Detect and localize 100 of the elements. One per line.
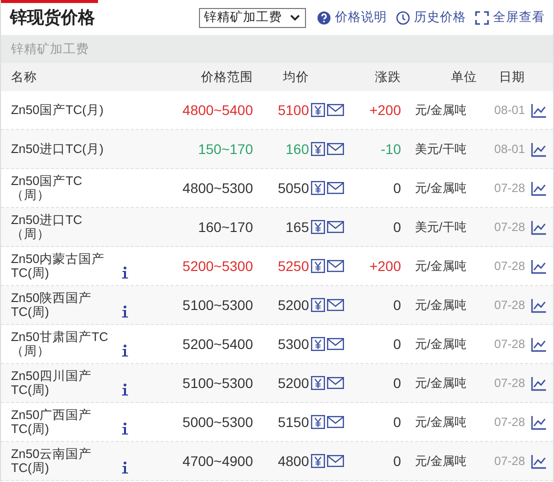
- price-change: 0: [392, 219, 401, 235]
- mail-icon[interactable]: [327, 337, 344, 351]
- history-link[interactable]: 历史价格: [396, 9, 466, 26]
- chart-icon[interactable]: [531, 258, 547, 274]
- date: 08-01: [493, 142, 525, 156]
- average-price: 160: [284, 141, 309, 157]
- info-icon[interactable]: [121, 344, 129, 357]
- info-icon[interactable]: [121, 383, 129, 396]
- column-header: 涨跌: [374, 68, 401, 86]
- average-price: 5300: [276, 336, 309, 352]
- yuan-icon[interactable]: [311, 181, 325, 195]
- mail-icon[interactable]: [327, 298, 344, 312]
- product-name: Zn50陕西国产TC(周): [11, 291, 92, 319]
- date: 07-28: [493, 298, 525, 312]
- mail-icon[interactable]: [327, 142, 344, 156]
- mail-icon[interactable]: [327, 454, 344, 468]
- average-price: 5100: [276, 102, 309, 118]
- unit: 美元/干吨: [414, 140, 468, 158]
- mail-icon[interactable]: [327, 220, 344, 234]
- yuan-icon[interactable]: [311, 454, 325, 468]
- date: 07-28: [493, 220, 525, 234]
- product-name: Zn50内蒙古国产TC(周): [11, 252, 106, 280]
- mail-icon[interactable]: [327, 415, 344, 429]
- mail-icon[interactable]: [327, 103, 344, 117]
- product-name: Zn50进口TC（周）: [11, 213, 84, 241]
- price-range: 4700~4900: [182, 453, 253, 469]
- yuan-icon[interactable]: [311, 415, 325, 429]
- page-title: 锌现货价格: [10, 7, 95, 29]
- yuan-icon[interactable]: [311, 376, 325, 390]
- help-link[interactable]: 价格说明: [317, 9, 387, 26]
- column-header: 均价: [282, 68, 309, 86]
- chart-icon[interactable]: [531, 102, 547, 118]
- average-price: 165: [284, 219, 309, 235]
- chart-icon[interactable]: [531, 298, 547, 312]
- yuan-icon[interactable]: [311, 337, 325, 351]
- product-name: Zn50甘肃国产TC（周）: [11, 330, 110, 358]
- price-change: 0: [392, 297, 401, 313]
- price-change: 0: [392, 180, 401, 196]
- price-range: 5200~5300: [182, 258, 253, 274]
- price-range: 150~170: [197, 141, 253, 157]
- column-header: 名称: [11, 70, 38, 84]
- yuan-icon[interactable]: [311, 142, 325, 156]
- info-icon[interactable]: [121, 266, 129, 279]
- yuan-icon[interactable]: [311, 220, 325, 234]
- price-range: 4800~5300: [182, 180, 253, 196]
- chart-icon[interactable]: [531, 142, 547, 156]
- chart-icon[interactable]: [531, 454, 547, 468]
- section-title: 锌精矿加工费: [1, 35, 553, 63]
- date: 07-28: [493, 376, 525, 390]
- date: 07-28: [493, 415, 525, 429]
- average-price: 5200: [276, 375, 309, 391]
- fullscreen-link[interactable]: 全屏查看: [475, 9, 545, 26]
- unit: 元/金属吨: [414, 258, 468, 274]
- date: 07-28: [493, 259, 525, 273]
- unit: 元/金属吨: [414, 102, 468, 118]
- column-header: 单位: [450, 68, 477, 86]
- date: 07-28: [493, 454, 525, 468]
- yuan-icon[interactable]: [311, 103, 325, 117]
- info-icon[interactable]: [121, 422, 129, 435]
- chart-icon[interactable]: [531, 336, 547, 352]
- price-range: 5000~5300: [182, 414, 253, 430]
- mail-icon[interactable]: [327, 259, 344, 273]
- price-range: 4800~5400: [182, 102, 253, 118]
- clock-icon: [396, 10, 410, 24]
- caret-icon[interactable]: [290, 14, 300, 21]
- chart-icon[interactable]: [531, 180, 547, 196]
- price-change: 0: [392, 414, 401, 430]
- mail-icon[interactable]: [327, 181, 344, 195]
- date: 07-28: [493, 181, 525, 195]
- price-range: 5100~5300: [182, 375, 253, 391]
- date: 08-01: [493, 103, 525, 117]
- date: 07-28: [493, 337, 525, 351]
- price-change: 0: [392, 453, 401, 469]
- mail-icon[interactable]: [327, 376, 344, 390]
- price-change: +200: [368, 258, 401, 274]
- product-name: Zn50进口TC(月): [11, 142, 104, 156]
- chart-icon[interactable]: [531, 220, 547, 234]
- unit: 元/金属吨: [414, 180, 468, 196]
- yuan-icon[interactable]: [311, 259, 325, 273]
- average-price: 5200: [276, 297, 309, 313]
- unit: 元/金属吨: [414, 374, 468, 392]
- product-name: Zn50广西国产TC(周): [11, 408, 92, 436]
- chart-icon[interactable]: [531, 376, 547, 390]
- category-dropdown[interactable]: 锌精矿加工费: [199, 8, 306, 28]
- product-name: Zn50国产TC(月): [11, 103, 104, 117]
- column-header: 日期: [498, 68, 525, 86]
- fullscreen-icon: [475, 10, 489, 24]
- info-icon[interactable]: [121, 305, 129, 318]
- chart-icon[interactable]: [531, 414, 547, 430]
- average-price: 5250: [276, 258, 309, 274]
- average-price: 4800: [276, 453, 309, 469]
- help-icon: [317, 10, 331, 24]
- price-range: 160~170: [197, 219, 253, 235]
- unit: 美元/干吨: [414, 218, 468, 236]
- product-name: Zn50四川国产TC(周): [11, 369, 92, 397]
- unit: 元/金属吨: [414, 452, 468, 470]
- yuan-icon[interactable]: [311, 298, 325, 312]
- product-name: Zn50国产TC（周）: [11, 174, 84, 202]
- unit: 元/金属吨: [414, 414, 468, 430]
- info-icon[interactable]: [121, 461, 129, 474]
